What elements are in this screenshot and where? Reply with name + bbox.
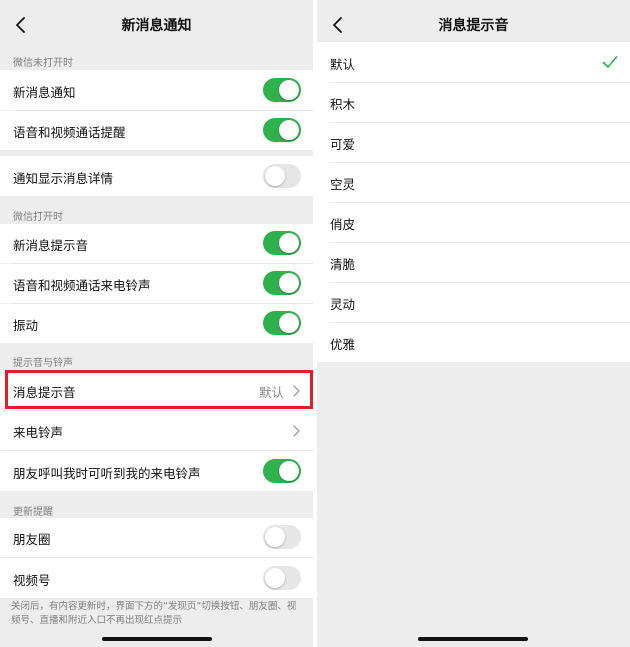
sound-label: 俏皮: [330, 217, 356, 232]
home-indicator: [418, 637, 528, 641]
sound-label: 空灵: [330, 177, 356, 192]
row-label: 来电铃声: [13, 425, 64, 440]
sound-item-keai[interactable]: 可爱: [317, 122, 630, 162]
friend-hear-ringtone-toggle[interactable]: [263, 459, 301, 483]
voice-video-reminder-toggle[interactable]: [263, 118, 301, 142]
row-voice-video-ringtone[interactable]: 语音和视频通话来电铃声: [0, 264, 313, 303]
row-friend-hear-ringtone[interactable]: 朋友呼叫我时可听到我的来电铃声: [0, 451, 313, 491]
show-details-toggle[interactable]: [263, 164, 301, 188]
channels-toggle[interactable]: [263, 566, 301, 590]
row-label: 新消息提示音: [13, 238, 89, 253]
navbar: 新消息通知: [0, 0, 313, 50]
voice-video-ringtone-toggle[interactable]: [263, 271, 301, 295]
row-vibrate[interactable]: 振动: [0, 304, 313, 343]
new-msg-notify-toggle[interactable]: [263, 78, 301, 102]
sound-item-default[interactable]: 默认: [317, 42, 630, 82]
sound-item-qingcui[interactable]: 清脆: [317, 242, 630, 282]
sound-label: 积木: [330, 97, 356, 112]
new-msg-sound-toggle[interactable]: [263, 231, 301, 255]
footer-note: 关闭后，有内容更新时，界面下方的“发现页”切换按钮、朋友圈、视频号、直播和附近入…: [11, 601, 297, 626]
home-indicator: [102, 637, 212, 641]
row-ringtone[interactable]: 来电铃声: [0, 411, 313, 450]
sound-list: 默认 积木 可爱 空灵 俏皮 清脆 灵动 优雅: [317, 42, 630, 362]
row-new-msg-sound[interactable]: 新消息提示音: [0, 224, 313, 263]
sound-item-kongling[interactable]: 空灵: [317, 162, 630, 202]
row-label: 振动: [13, 318, 39, 333]
sound-label: 灵动: [330, 297, 356, 312]
message-tone-screen: 消息提示音 默认 积木 可爱 空灵 俏皮 清脆 灵动 优雅: [317, 0, 630, 647]
page-title: 消息提示音: [438, 18, 509, 34]
section-label-updates: 更新提醒: [13, 507, 53, 518]
moments-toggle[interactable]: [263, 525, 301, 549]
row-label: 朋友呼叫我时可听到我的来电铃声: [13, 466, 201, 481]
highlight-box: [5, 370, 313, 409]
vibrate-toggle[interactable]: [263, 311, 301, 335]
sound-item-qiaopi[interactable]: 俏皮: [317, 202, 630, 242]
section-label-tones: 提示音与铃声: [13, 358, 73, 369]
section-label-wechat-open: 微信打开时: [13, 212, 63, 223]
sound-label: 清脆: [330, 257, 356, 272]
row-voice-video-reminder[interactable]: 语音和视频通话提醒: [0, 111, 313, 150]
sound-item-lingdong[interactable]: 灵动: [317, 282, 630, 322]
row-label: 语音和视频通话提醒: [13, 125, 126, 140]
row-channels[interactable]: 视频号: [0, 558, 313, 598]
notification-settings-screen: 新消息通知 微信未打开时 新消息通知 语音和视频通话提醒 通知显示消息详情 微信…: [0, 0, 313, 647]
check-icon: [602, 56, 618, 68]
sound-label: 默认: [330, 57, 356, 72]
row-label: 视频号: [13, 573, 51, 588]
row-label: 新消息通知: [13, 85, 76, 100]
section-label-wechat-closed: 微信未打开时: [13, 58, 73, 69]
row-show-details[interactable]: 通知显示消息详情: [0, 156, 313, 196]
row-new-msg-notify[interactable]: 新消息通知: [0, 70, 313, 110]
row-label: 语音和视频通话来电铃声: [13, 278, 151, 293]
chevron-right-icon: [293, 425, 300, 437]
page-title: 新消息通知: [121, 18, 192, 34]
sound-label: 优雅: [330, 337, 356, 352]
sound-item-jimu[interactable]: 积木: [317, 82, 630, 122]
row-moments[interactable]: 朋友圈: [0, 518, 313, 557]
row-label: 朋友圈: [13, 532, 51, 547]
row-label: 通知显示消息详情: [13, 171, 114, 186]
sound-label: 可爱: [330, 137, 356, 152]
sound-item-youya[interactable]: 优雅: [317, 322, 630, 362]
